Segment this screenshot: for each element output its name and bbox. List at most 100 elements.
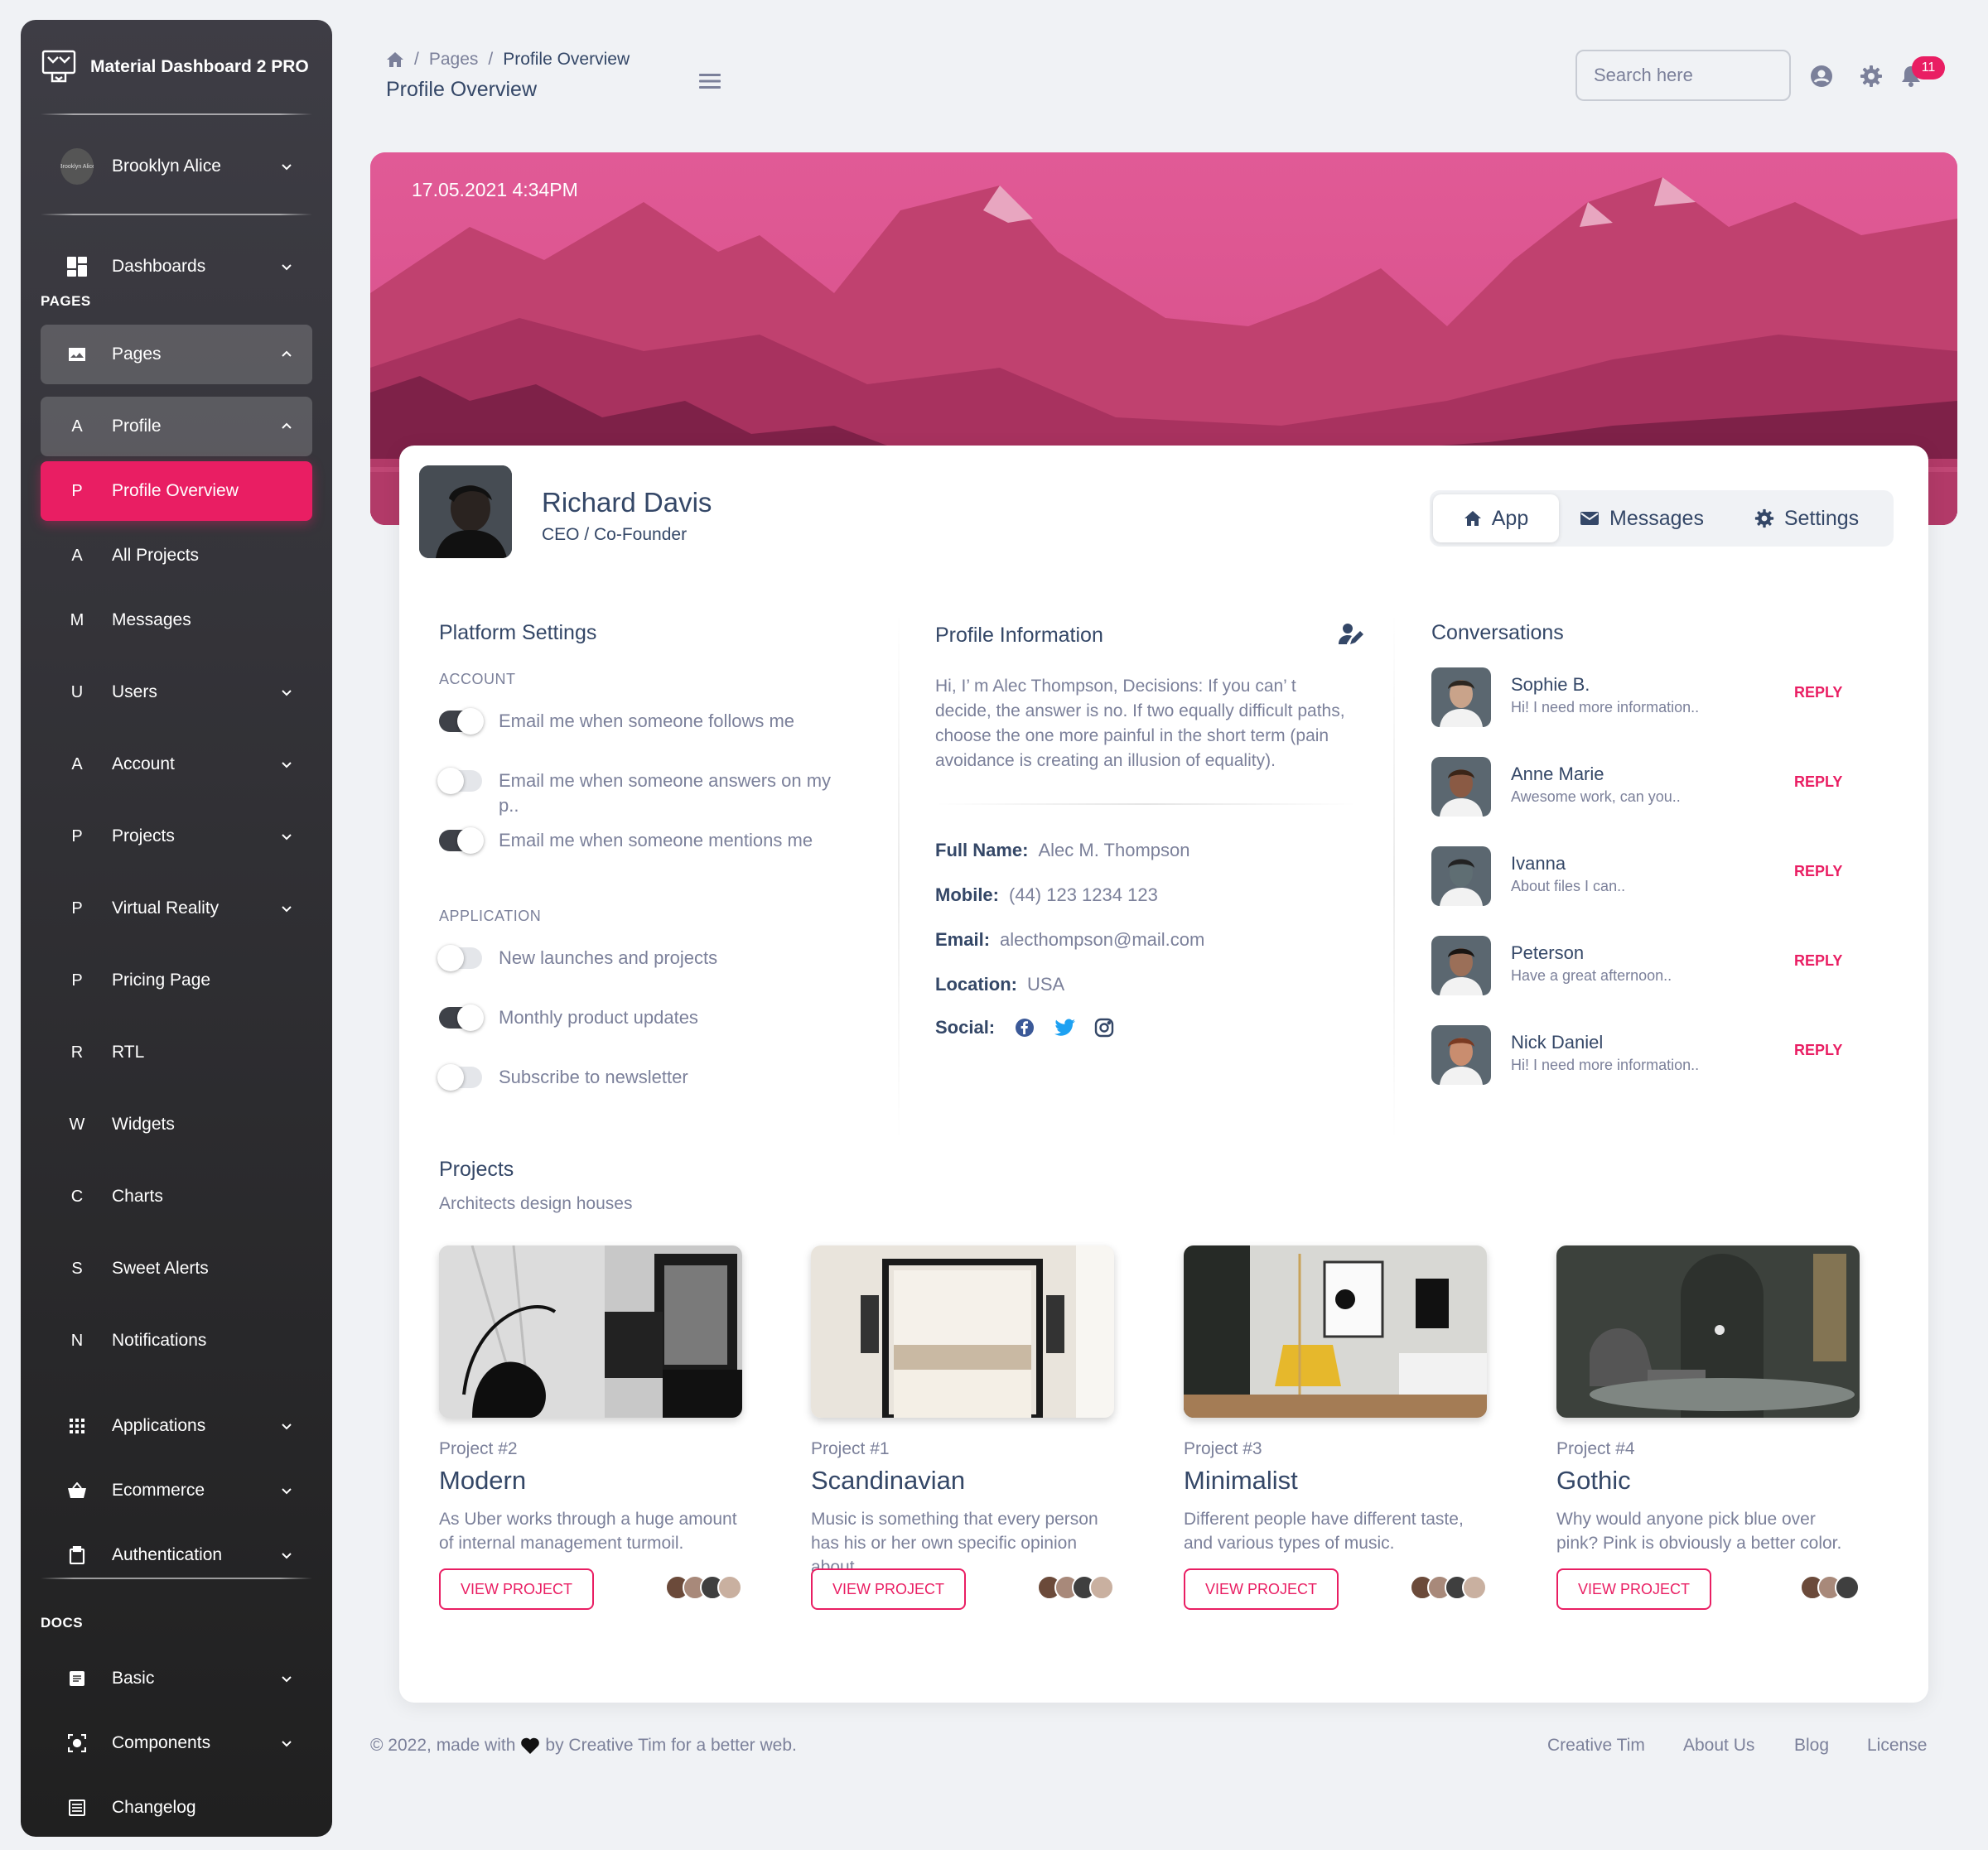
reply-button[interactable]: REPLY <box>1794 1042 1842 1059</box>
view-project-button[interactable]: VIEW PROJECT <box>1184 1568 1339 1610</box>
footer-text: by Creative Tim for a better web. <box>545 1736 797 1755</box>
sidebar-item-label: Messages <box>112 610 191 629</box>
sidebar-item-profile[interactable]: A Profile <box>41 397 312 456</box>
sidebar-item-authentication[interactable]: Authentication <box>41 1525 312 1585</box>
sidebar-item-label: Projects <box>112 826 175 846</box>
toggle-switch[interactable] <box>439 827 484 854</box>
sidebar-item-label: Charts <box>112 1187 163 1206</box>
toggle-switch[interactable] <box>439 1004 484 1031</box>
view-project-button[interactable]: VIEW PROJECT <box>811 1568 967 1610</box>
edit-user-icon[interactable] <box>1339 623 1363 646</box>
sidebar-item-sweet-alerts[interactable]: S Sweet Alerts <box>41 1239 312 1298</box>
breadcrumb-pages[interactable]: Pages <box>429 50 479 70</box>
profile-info-row: Email: alecthompson@mail.com <box>935 929 1204 951</box>
tab-settings[interactable]: Settings <box>1725 494 1889 542</box>
footer-link-blog[interactable]: Blog <box>1794 1736 1829 1756</box>
sidebar-item-pages[interactable]: Pages <box>41 325 312 384</box>
profile-card: Richard Davis CEO / Co-Founder App Messa… <box>399 446 1928 1703</box>
projects-title: Projects <box>439 1158 514 1181</box>
mail-icon <box>1580 512 1600 525</box>
sidebar-item-users[interactable]: U Users <box>41 662 312 722</box>
sidebar-item-profile-overview[interactable]: P Profile Overview <box>41 461 312 521</box>
twitter-icon[interactable] <box>1054 1019 1076 1037</box>
setting-label: Monthly product updates <box>499 1007 698 1028</box>
sidebar-item-virtual-reality[interactable]: P Virtual Reality <box>41 879 312 938</box>
divider <box>41 113 312 115</box>
conversation-item: Nick Daniel Hi! I need more information..… <box>1431 1022 1879 1088</box>
sidebar-item-dashboards[interactable]: Dashboards <box>41 237 312 296</box>
sidebar-item-label: Pages <box>112 344 162 364</box>
sidebar-item-label: Authentication <box>112 1545 223 1564</box>
sidebar-item-components[interactable]: Components <box>41 1713 312 1773</box>
project-image <box>811 1245 1114 1418</box>
info-label: Full Name: <box>935 840 1029 860</box>
sidebar-user-name: Brooklyn Alice <box>112 157 221 176</box>
team-avatar <box>717 1575 742 1600</box>
view-project-button[interactable]: VIEW PROJECT <box>1556 1568 1712 1610</box>
sidebar-item-applications[interactable]: Applications <box>41 1396 312 1456</box>
toggle-switch[interactable] <box>437 1064 482 1091</box>
profile-info-row: Location: USA <box>935 974 1064 995</box>
breadcrumb: / Pages / Profile Overview <box>386 50 630 70</box>
sidebar-item-all-projects[interactable]: A All Projects <box>41 526 312 585</box>
projects-subtitle: Architects design houses <box>439 1194 633 1213</box>
chevron-down-icon <box>282 1424 292 1430</box>
search-input[interactable] <box>1594 65 1773 86</box>
brand[interactable]: Material Dashboard 2 PRO <box>41 38 314 96</box>
reply-button[interactable]: REPLY <box>1794 952 1842 970</box>
setting-subscribe-to-newsletter: Subscribe to newsletter <box>437 1064 837 1091</box>
brand-name: Material Dashboard 2 PRO <box>90 57 309 76</box>
toggle-switch[interactable] <box>437 945 482 971</box>
sidebar-item-widgets[interactable]: W Widgets <box>41 1095 312 1154</box>
sidebar-item-label: Components <box>112 1733 211 1752</box>
sidebar-user[interactable]: Brooklyn Alice Brooklyn Alice <box>41 137 312 196</box>
sidebar: Material Dashboard 2 PRO Brooklyn Alice … <box>21 20 332 1837</box>
reply-button[interactable]: REPLY <box>1794 773 1842 791</box>
menu-icon[interactable] <box>697 71 722 91</box>
divider <box>41 1578 312 1579</box>
sidebar-item-account[interactable]: A Account <box>41 735 312 794</box>
sidebar-item-label: All Projects <box>112 546 200 565</box>
info-label: Mobile: <box>935 884 999 905</box>
breadcrumb-separator: / <box>488 50 494 69</box>
sidebar-item-changelog[interactable]: Changelog <box>41 1778 312 1838</box>
sidebar-item-messages[interactable]: M Messages <box>41 590 312 650</box>
tab-messages[interactable]: Messages <box>1559 494 1725 542</box>
conversation-message: Hi! I need more information.. <box>1511 699 1700 715</box>
account-icon[interactable] <box>1810 65 1833 88</box>
reply-button[interactable]: REPLY <box>1794 863 1842 880</box>
facebook-icon[interactable] <box>1015 1018 1035 1038</box>
info-value: (44) 123 1234 123 <box>1009 884 1158 905</box>
tab-label: App <box>1491 506 1529 530</box>
sidebar-item-label: RTL <box>112 1043 145 1062</box>
sidebar-item-projects[interactable]: P Projects <box>41 807 312 866</box>
project-card: Project #4 Gothic Why would anyone pick bl… <box>1556 1245 1861 1610</box>
tab-app[interactable]: App <box>1433 494 1559 542</box>
sidebar-item-basic[interactable]: Basic <box>41 1649 312 1708</box>
project-number: Project #2 <box>439 1439 518 1458</box>
toggle-switch[interactable] <box>437 768 482 794</box>
toggle-switch[interactable] <box>439 708 484 735</box>
divider <box>41 214 312 215</box>
reply-button[interactable]: REPLY <box>1794 684 1842 701</box>
letter-icon: R <box>70 1043 84 1062</box>
sidebar-item-ecommerce[interactable]: Ecommerce <box>41 1461 312 1520</box>
conversation-message: About files I can.. <box>1511 878 1626 894</box>
sidebar-item-charts[interactable]: C Charts <box>41 1167 312 1226</box>
view-project-button[interactable]: VIEW PROJECT <box>439 1568 595 1610</box>
letter-icon: P <box>71 826 83 846</box>
conversation-name: Peterson <box>1511 942 1585 963</box>
sidebar-item-notifications[interactable]: N Notifications <box>41 1311 312 1371</box>
sidebar-item-label: Pricing Page <box>112 971 211 990</box>
home-icon[interactable] <box>386 51 404 68</box>
footer-link-about-us[interactable]: About Us <box>1683 1736 1754 1756</box>
sidebar-item-rtl[interactable]: R RTL <box>41 1023 312 1082</box>
footer-link-creative-tim[interactable]: Creative Tim <box>1547 1736 1645 1756</box>
setting-monthly-product-updates: Monthly product updates <box>439 1004 837 1031</box>
instagram-icon[interactable] <box>1094 1018 1114 1038</box>
gear-icon[interactable] <box>1860 65 1883 88</box>
tab-label: Settings <box>1783 506 1860 530</box>
sidebar-item-pricing-page[interactable]: P Pricing Page <box>41 951 312 1010</box>
footer-link-license[interactable]: License <box>1867 1736 1927 1756</box>
avatar <box>1431 1025 1491 1085</box>
